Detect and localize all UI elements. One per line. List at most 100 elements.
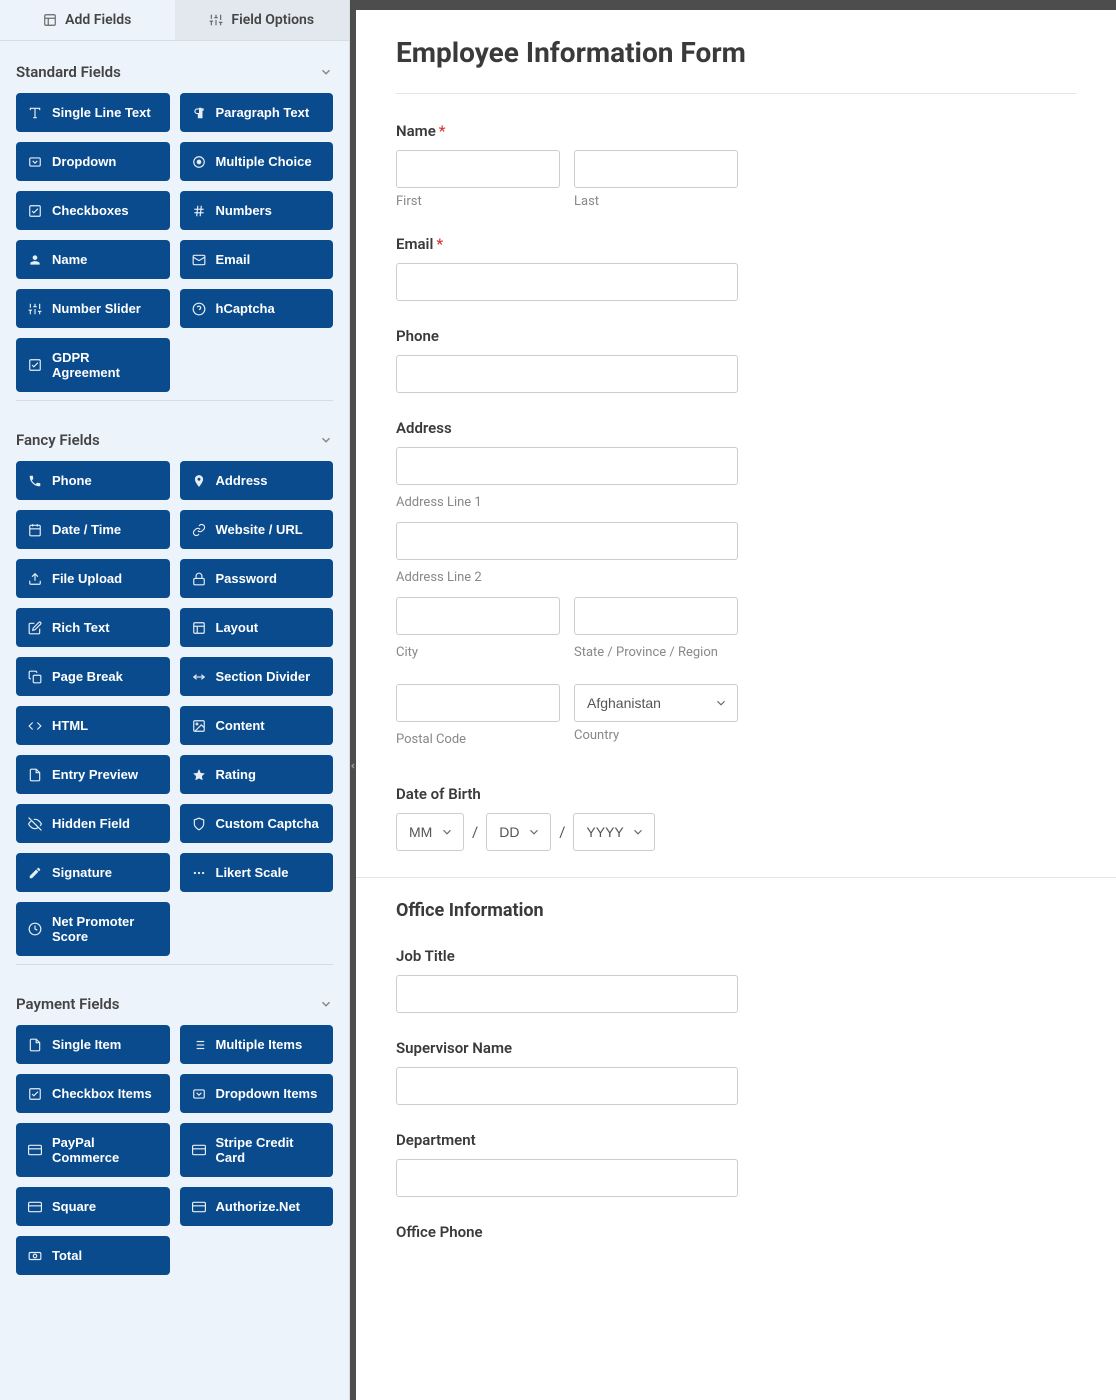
mail-icon [192,253,206,267]
list-icon [192,1038,206,1052]
field-type-button[interactable]: Content [180,706,334,745]
field-supervisor[interactable]: Supervisor Name [396,1039,1076,1105]
divider [396,93,1076,94]
first-name-input[interactable] [396,150,560,188]
field-type-button[interactable]: Phone [16,461,170,500]
dob-month-select[interactable]: MM [396,813,464,851]
field-phone[interactable]: Phone [396,327,1076,393]
tab-label: Field Options [231,12,314,28]
field-type-button[interactable]: Hidden Field [16,804,170,843]
form-title: Employee Information Form [396,36,1076,69]
field-address[interactable]: Address Address Line 1 Address Line 2 Ci… [396,419,1076,759]
section-header-standard[interactable]: Standard Fields [16,57,333,93]
postal-input[interactable] [396,684,560,722]
field-dob[interactable]: Date of Birth MM / DD [396,785,1076,851]
field-type-button[interactable]: Signature [16,853,170,892]
field-type-button[interactable]: Section Divider [180,657,334,696]
field-type-button[interactable]: Rating [180,755,334,794]
field-type-label: Multiple Items [216,1037,303,1052]
field-type-button[interactable]: HTML [16,706,170,745]
field-type-label: File Upload [52,571,122,586]
field-job-title[interactable]: Job Title [396,947,1076,1013]
chevron-left-icon [349,762,357,770]
field-type-button[interactable]: Name [16,240,170,279]
section-payment-fields: Payment Fields Single Item Multiple Items… [0,973,349,1283]
field-type-label: Single Item [52,1037,121,1052]
field-type-button[interactable]: Paragraph Text [180,93,334,132]
section-header-payment[interactable]: Payment Fields [16,989,333,1025]
label-name: Name* [396,122,1076,140]
last-name-input[interactable] [574,150,738,188]
field-type-label: Checkbox Items [52,1086,152,1101]
link-icon [192,523,206,537]
paragraph-icon [192,106,206,120]
field-office-phone[interactable]: Office Phone [396,1223,1076,1241]
section-header-fancy[interactable]: Fancy Fields [16,425,333,461]
dob-year-select[interactable]: YYYY [573,813,655,851]
field-type-button[interactable]: Multiple Items [180,1025,334,1064]
sublabel-address2: Address Line 2 [396,570,1076,585]
email-input[interactable] [396,263,738,301]
field-type-button[interactable]: Website / URL [180,510,334,549]
copy-icon [28,670,42,684]
field-type-button[interactable]: Address [180,461,334,500]
field-type-button[interactable]: File Upload [16,559,170,598]
country-select[interactable]: Afghanistan [574,684,738,722]
section-title: Payment Fields [16,995,119,1013]
panel-divider[interactable] [350,0,356,1400]
state-input[interactable] [574,597,738,635]
field-type-button[interactable]: Entry Preview [16,755,170,794]
field-type-button[interactable]: Email [180,240,334,279]
map-pin-icon [192,474,206,488]
field-type-button[interactable]: Multiple Choice [180,142,334,181]
layout-icon [192,621,206,635]
card-icon [192,1200,206,1214]
job-title-input[interactable] [396,975,738,1013]
tab-field-options[interactable]: Field Options [175,0,350,40]
phone-icon [28,474,42,488]
field-type-button[interactable]: Stripe Credit Card [180,1123,334,1177]
address-line2-input[interactable] [396,522,738,560]
field-email[interactable]: Email* [396,235,1076,301]
field-type-button[interactable]: Custom Captcha [180,804,334,843]
field-type-button[interactable]: Number Slider [16,289,170,328]
dropdown-icon [192,1087,206,1101]
field-type-button[interactable]: Likert Scale [180,853,334,892]
field-type-button[interactable]: Total [16,1236,170,1275]
section-divider [356,877,1116,878]
field-type-button[interactable]: Dropdown Items [180,1074,334,1113]
field-name[interactable]: Name* First Last [396,122,1076,209]
field-type-button[interactable]: Net Promoter Score [16,902,170,956]
phone-input[interactable] [396,355,738,393]
sublabel-postal: Postal Code [396,732,560,747]
field-grid-payment: Single Item Multiple Items Checkbox Items D… [16,1025,333,1275]
field-type-button[interactable]: Page Break [16,657,170,696]
field-type-button[interactable]: Checkbox Items [16,1074,170,1113]
gauge-icon [28,922,42,936]
field-type-button[interactable]: hCaptcha [180,289,334,328]
dob-day-select[interactable]: DD [486,813,551,851]
field-type-button[interactable]: Rich Text [16,608,170,647]
field-type-button[interactable]: Password [180,559,334,598]
field-type-button[interactable]: Single Line Text [16,93,170,132]
field-type-button[interactable]: Numbers [180,191,334,230]
address-line1-input[interactable] [396,447,738,485]
field-type-label: HTML [52,718,88,733]
field-type-button[interactable]: GDPR Agreement [16,338,170,392]
department-input[interactable] [396,1159,738,1197]
field-type-button[interactable]: PayPal Commerce [16,1123,170,1177]
field-type-button[interactable]: Date / Time [16,510,170,549]
check-icon [28,358,42,372]
supervisor-input[interactable] [396,1067,738,1105]
field-type-button[interactable]: Authorize.Net [180,1187,334,1226]
field-type-button[interactable]: Single Item [16,1025,170,1064]
field-type-button[interactable]: Dropdown [16,142,170,181]
field-type-button[interactable]: Layout [180,608,334,647]
chevron-down-icon [319,65,333,79]
tab-add-fields[interactable]: Add Fields [0,0,175,40]
field-department[interactable]: Department [396,1131,1076,1197]
city-input[interactable] [396,597,560,635]
field-type-button[interactable]: Checkboxes [16,191,170,230]
sidebar-tabs: Add Fields Field Options [0,0,349,41]
field-type-button[interactable]: Square [16,1187,170,1226]
